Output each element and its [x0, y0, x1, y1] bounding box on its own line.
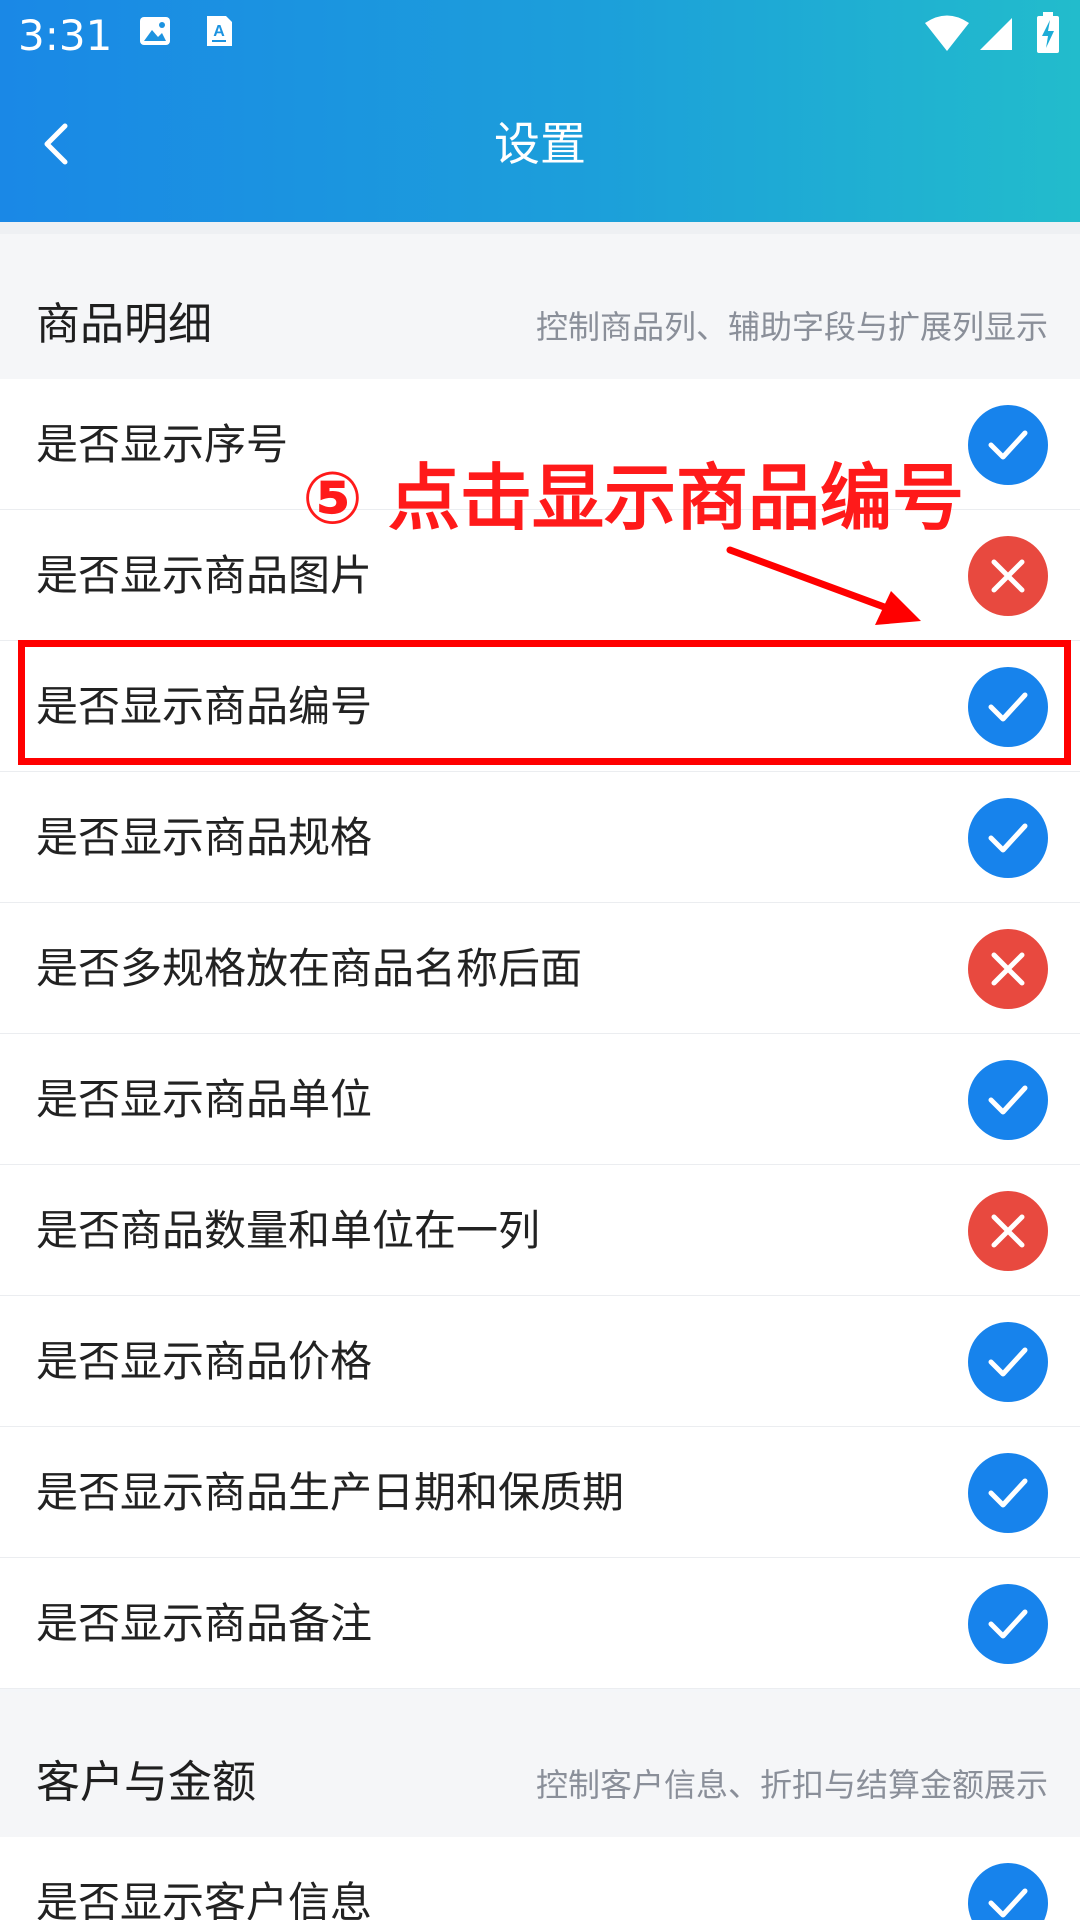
wifi-icon: [924, 14, 970, 56]
section-description: 控制商品列、辅助字段与扩展列显示: [535, 308, 1048, 346]
check-toggle-icon[interactable]: [968, 1863, 1048, 1920]
cross-toggle-icon[interactable]: [968, 1191, 1048, 1271]
check-toggle-icon[interactable]: [968, 1453, 1048, 1533]
cellular-signal-icon: [978, 16, 1014, 56]
section-description: 控制客户信息、折扣与结算金额展示: [535, 1766, 1048, 1804]
check-toggle-icon[interactable]: [968, 667, 1048, 747]
check-toggle-icon[interactable]: [968, 405, 1048, 485]
cross-toggle-icon[interactable]: [968, 929, 1048, 1009]
section-header-product-detail: 商品明细 控制商品列、辅助字段与扩展列显示: [0, 234, 1080, 379]
check-toggle-icon[interactable]: [968, 798, 1048, 878]
check-toggle-icon[interactable]: [968, 1584, 1048, 1664]
check-toggle-icon[interactable]: [968, 1322, 1048, 1402]
setting-label: 是否显示商品规格: [36, 813, 373, 862]
check-toggle-icon[interactable]: [968, 1060, 1048, 1140]
page-title: 设置: [494, 117, 586, 171]
setting-row-show-product-price[interactable]: 是否显示商品价格: [0, 1296, 1080, 1427]
setting-label: 是否显示商品编号: [36, 682, 373, 731]
setting-label: 是否多规格放在商品名称后面: [36, 944, 583, 993]
setting-label: 是否显示商品生产日期和保质期: [36, 1468, 625, 1517]
setting-row-quantity-unit-same-column[interactable]: 是否商品数量和单位在一列: [0, 1165, 1080, 1296]
status-time: 3:31: [18, 11, 113, 60]
setting-label: 是否商品数量和单位在一列: [36, 1206, 541, 1255]
svg-text:A: A: [213, 23, 225, 40]
app-header: 3:31 A 设置: [0, 0, 1080, 222]
setting-row-show-customer-info[interactable]: 是否显示客户信息: [0, 1837, 1080, 1920]
setting-row-show-product-unit[interactable]: 是否显示商品单位: [0, 1034, 1080, 1165]
setting-row-show-product-code[interactable]: 是否显示商品编号: [0, 641, 1080, 772]
setting-label: 是否显示商品价格: [36, 1337, 373, 1386]
section-title: 客户与金额: [36, 1757, 256, 1808]
setting-row-multi-spec-after-name[interactable]: 是否多规格放在商品名称后面: [0, 903, 1080, 1034]
battery-charging-icon: [1036, 12, 1060, 58]
annotation-arrow-icon: [726, 546, 921, 625]
setting-label: 是否显示商品备注: [36, 1599, 373, 1648]
section-title: 商品明细: [36, 299, 212, 350]
cross-toggle-icon[interactable]: [968, 536, 1048, 616]
setting-label: 是否显示客户信息: [36, 1878, 373, 1920]
header-divider: [0, 222, 1080, 234]
settings-page: 3:31 A 设置 商品明细 控制商品列、辅助字段与扩展列显示 是否显示序号 是…: [0, 0, 1080, 1920]
setting-row-show-product-spec[interactable]: 是否显示商品规格: [0, 772, 1080, 903]
translate-notification-icon: A: [204, 14, 234, 52]
setting-label: 是否显示序号: [36, 420, 289, 469]
status-bar: 3:31 A: [0, 0, 1080, 72]
setting-row-show-production-expiry-date[interactable]: 是否显示商品生产日期和保质期: [0, 1427, 1080, 1558]
setting-row-show-product-remark[interactable]: 是否显示商品备注: [0, 1558, 1080, 1689]
image-notification-icon: [138, 14, 172, 52]
setting-label: 是否显示商品单位: [36, 1075, 373, 1124]
annotation-instruction: ⑤ 点击显示商品编号: [302, 456, 965, 540]
section-header-customer-amount: 客户与金额 控制客户信息、折扣与结算金额展示: [0, 1692, 1080, 1837]
